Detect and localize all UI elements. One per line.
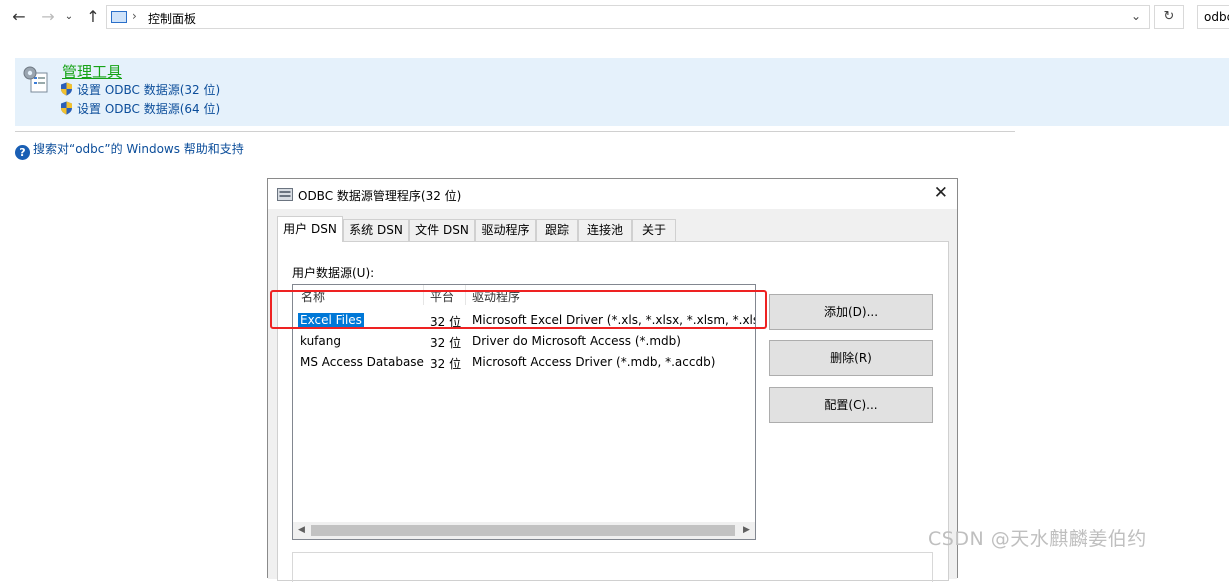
dsn-name: MS Access Database bbox=[300, 355, 424, 369]
odbc-admin-dialog: ODBC 数据源管理程序(32 位) ✕ 用户 DSN 系统 DSN 文件 DS… bbox=[267, 178, 958, 582]
scrollbar-thumb[interactable] bbox=[311, 525, 735, 536]
admin-tools-title-link[interactable]: 管理工具 bbox=[62, 61, 122, 82]
scroll-left-arrow-icon[interactable]: ◀ bbox=[293, 522, 310, 539]
search-result-group: 管理工具 设置 ODBC 数据源(32 位) 设置 ODBC 数据源(64 位) bbox=[15, 58, 1229, 126]
tab-system-dsn[interactable]: 系统 DSN bbox=[343, 219, 409, 241]
odbc-64-label: 设置 ODBC 数据源(64 位) bbox=[77, 102, 221, 116]
odbc-32-link[interactable]: 设置 ODBC 数据源(32 位) bbox=[60, 81, 220, 98]
dsn-driver: Microsoft Access Driver (*.mdb, *.accdb) bbox=[472, 355, 716, 369]
address-bar[interactable]: › 控制面板 ⌄ bbox=[106, 5, 1150, 29]
configure-button[interactable]: 配置(C)... bbox=[769, 387, 933, 423]
dsn-driver: Driver do Microsoft Access (*.mdb) bbox=[472, 334, 681, 348]
list-item[interactable]: MS Access Database 32 位 Microsoft Access… bbox=[293, 353, 755, 373]
watermark: CSDN @天水麒麟姜伯约 bbox=[928, 528, 1147, 550]
tab-tracing[interactable]: 跟踪 bbox=[536, 219, 578, 241]
control-panel-icon bbox=[111, 11, 127, 23]
breadcrumb-control-panel[interactable]: 控制面板 bbox=[148, 10, 196, 27]
odbc-64-link[interactable]: 设置 ODBC 数据源(64 位) bbox=[60, 100, 220, 117]
dsn-platform: 32 位 bbox=[430, 336, 462, 350]
dialog-client-area: 用户 DSN 系统 DSN 文件 DSN 驱动程序 跟踪 连接池 关于 用户数据… bbox=[268, 209, 957, 582]
tab-connection-pooling[interactable]: 连接池 bbox=[578, 219, 632, 241]
close-icon[interactable]: ✕ bbox=[934, 183, 948, 203]
admin-tools-icon bbox=[23, 66, 48, 93]
user-data-sources-label: 用户数据源(U): bbox=[292, 266, 375, 280]
dialog-title-bar[interactable]: ODBC 数据源管理程序(32 位) ✕ bbox=[268, 179, 957, 209]
remove-button[interactable]: 删除(R) bbox=[769, 340, 933, 376]
recent-locations-chevron-icon[interactable]: ⌄ bbox=[62, 6, 76, 28]
search-input[interactable]: odbc bbox=[1197, 5, 1229, 29]
uac-shield-icon bbox=[61, 101, 72, 115]
help-icon: ? bbox=[15, 145, 30, 160]
horizontal-scrollbar[interactable]: ◀ ▶ bbox=[293, 522, 755, 539]
address-dropdown-chevron-icon[interactable]: ⌄ bbox=[1131, 9, 1141, 23]
tab-drivers[interactable]: 驱动程序 bbox=[475, 219, 536, 241]
add-button[interactable]: 添加(D)... bbox=[769, 294, 933, 330]
list-item[interactable]: kufang 32 位 Driver do Microsoft Access (… bbox=[293, 332, 755, 352]
tab-file-dsn[interactable]: 文件 DSN bbox=[409, 219, 475, 241]
description-groupbox bbox=[292, 552, 933, 582]
forward-button[interactable]: → bbox=[37, 6, 59, 28]
odbc-32-label: 设置 ODBC 数据源(32 位) bbox=[77, 83, 221, 97]
tab-about[interactable]: 关于 bbox=[632, 219, 676, 241]
dsn-name: kufang bbox=[300, 334, 341, 348]
uac-shield-icon bbox=[61, 82, 72, 96]
refresh-button[interactable]: ↻ bbox=[1154, 5, 1184, 29]
dialog-title: ODBC 数据源管理程序(32 位) bbox=[298, 189, 462, 203]
divider bbox=[15, 131, 1015, 132]
help-link-label: 搜索对“odbc”的 Windows 帮助和支持 bbox=[33, 142, 244, 156]
dsn-platform: 32 位 bbox=[430, 357, 462, 371]
tab-user-dsn[interactable]: 用户 DSN bbox=[277, 216, 343, 242]
windows-help-link[interactable]: ? 搜索对“odbc”的 Windows 帮助和支持 bbox=[15, 140, 244, 160]
up-button[interactable]: ↑ bbox=[82, 6, 104, 28]
back-button[interactable]: ← bbox=[8, 6, 30, 28]
odbc-app-icon bbox=[277, 188, 293, 201]
scroll-right-arrow-icon[interactable]: ▶ bbox=[738, 522, 755, 539]
breadcrumb-separator-icon: › bbox=[132, 9, 137, 23]
highlight-annotation-box bbox=[270, 290, 767, 329]
